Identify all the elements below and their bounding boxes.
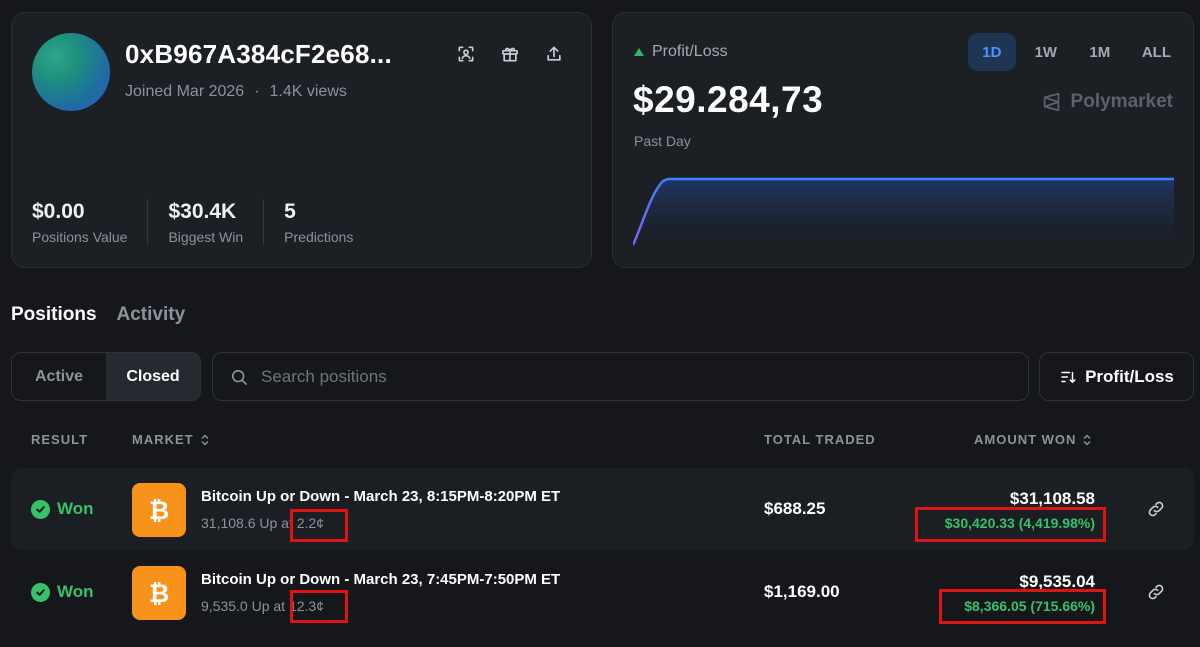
brand-name: Polymarket (1070, 91, 1173, 112)
avatar[interactable] (32, 33, 110, 111)
shares-text: 9,535.0 Up at (201, 598, 289, 614)
profile-stats: $0.00 Positions Value $30.4K Biggest Win… (32, 199, 393, 245)
share-icon[interactable] (541, 41, 567, 67)
stat-label: Positions Value (32, 229, 128, 245)
pnl-card: Profit/Loss $29.284,73 Past Day 1D 1W 1M… (612, 12, 1194, 268)
tab-positions[interactable]: Positions (11, 304, 97, 326)
polymarket-brand: Polymarket (1041, 91, 1173, 113)
range-tabs: 1D 1W 1M ALL (967, 33, 1183, 71)
view-count: 1.4K views (269, 83, 347, 100)
stat-positions-value: $0.00 Positions Value (32, 199, 149, 245)
search-icon (231, 369, 247, 385)
amount-won: $31,108.58 (1009, 489, 1095, 508)
pnl-chart (633, 177, 1174, 249)
joined-date: Joined Mar 2026 (125, 83, 245, 100)
check-circle-icon (31, 582, 50, 602)
market-title[interactable]: Bitcoin Up or Down - March 23, 8:15PM-8:… (201, 488, 560, 505)
pnl-label-text: Profit/Loss (652, 43, 728, 60)
result-won: Won (31, 499, 94, 519)
stat-label: Biggest Win (168, 229, 244, 245)
tab-activity[interactable]: Activity (117, 304, 186, 326)
pnl-label: Profit/Loss (634, 43, 728, 61)
header-market[interactable]: MARKET (132, 432, 210, 447)
range-tab-1d[interactable]: 1D (967, 33, 1016, 71)
header-total-label: TOTAL TRADED (764, 432, 876, 447)
bitcoin-symbol: ₿ (149, 496, 169, 525)
page: 0xB967A384cF2e68... Joined Mar 2026 · 1.… (0, 0, 1200, 647)
check-circle-icon (31, 499, 50, 519)
stat-value: $0.00 (32, 200, 85, 223)
sort-icon (1061, 371, 1076, 383)
profile-actions (453, 41, 567, 67)
profile-card: 0xB967A384cF2e68... Joined Mar 2026 · 1.… (11, 12, 592, 268)
stat-biggest-win: $30.4K Biggest Win (168, 199, 265, 245)
bitcoin-symbol: ₿ (149, 579, 169, 608)
result-label: Won (57, 499, 94, 518)
header-market-label: MARKET (132, 432, 194, 447)
range-tab-1m[interactable]: 1M (1076, 33, 1124, 71)
range-tab-1w[interactable]: 1W (1022, 33, 1070, 71)
market-title[interactable]: Bitcoin Up or Down - March 23, 7:45PM-7:… (201, 571, 560, 588)
search-input[interactable] (261, 366, 961, 387)
search-box (212, 352, 1029, 401)
annotation-box (290, 509, 348, 542)
annotation-box (915, 507, 1106, 542)
header-amount-label: AMOUNT WON (974, 432, 1077, 447)
annotation-box (290, 590, 348, 623)
header-total-traded: TOTAL TRADED (764, 432, 876, 447)
header-amount-won[interactable]: AMOUNT WON (974, 432, 1092, 447)
stat-value: $30.4K (168, 200, 237, 223)
svg-text:₿: ₿ (149, 496, 169, 525)
sort-button[interactable]: Profit/Loss (1039, 352, 1194, 401)
link-icon[interactable] (1146, 499, 1166, 519)
pnl-chart-area (633, 179, 1174, 249)
username: 0xB967A384cF2e68... (125, 39, 392, 69)
svg-text:₿: ₿ (149, 579, 169, 608)
shares-text: 31,108.6 Up at (201, 515, 297, 531)
stat-label: Predictions (284, 229, 354, 245)
range-tab-all[interactable]: ALL (1130, 33, 1183, 71)
sort-toggle-icon (201, 433, 209, 446)
main-tabs: Positions Activity (11, 304, 185, 326)
profile-meta: Joined Mar 2026 · 1.4K views (125, 83, 347, 101)
stat-predictions: 5 Predictions (284, 199, 373, 245)
scan-icon[interactable] (453, 41, 479, 67)
polymarket-logo-icon (1043, 92, 1059, 112)
status-segment: Active Closed (11, 352, 201, 401)
header-result: RESULT (31, 432, 88, 447)
pnl-period: Past Day (634, 133, 691, 149)
meta-separator: · (254, 83, 260, 100)
bitcoin-icon: ₿ (132, 566, 186, 620)
total-traded: $688.25 (764, 499, 826, 518)
total-traded: $1,169.00 (764, 582, 840, 601)
filter-closed-button[interactable]: Closed (106, 353, 200, 400)
link-icon[interactable] (1146, 582, 1166, 602)
gift-icon[interactable] (497, 41, 523, 67)
filter-active-button[interactable]: Active (12, 353, 106, 400)
sort-label: Profit/Loss (1085, 366, 1174, 386)
sort-toggle-icon (1083, 433, 1091, 446)
result-won: Won (31, 582, 94, 602)
result-label: Won (57, 582, 94, 601)
annotation-box (939, 589, 1106, 624)
pnl-value: $29.284,73 (633, 79, 824, 120)
bitcoin-icon: ₿ (132, 483, 186, 537)
trend-up-icon (634, 48, 644, 56)
header-result-label: RESULT (31, 432, 89, 447)
stat-value: 5 (284, 200, 296, 223)
